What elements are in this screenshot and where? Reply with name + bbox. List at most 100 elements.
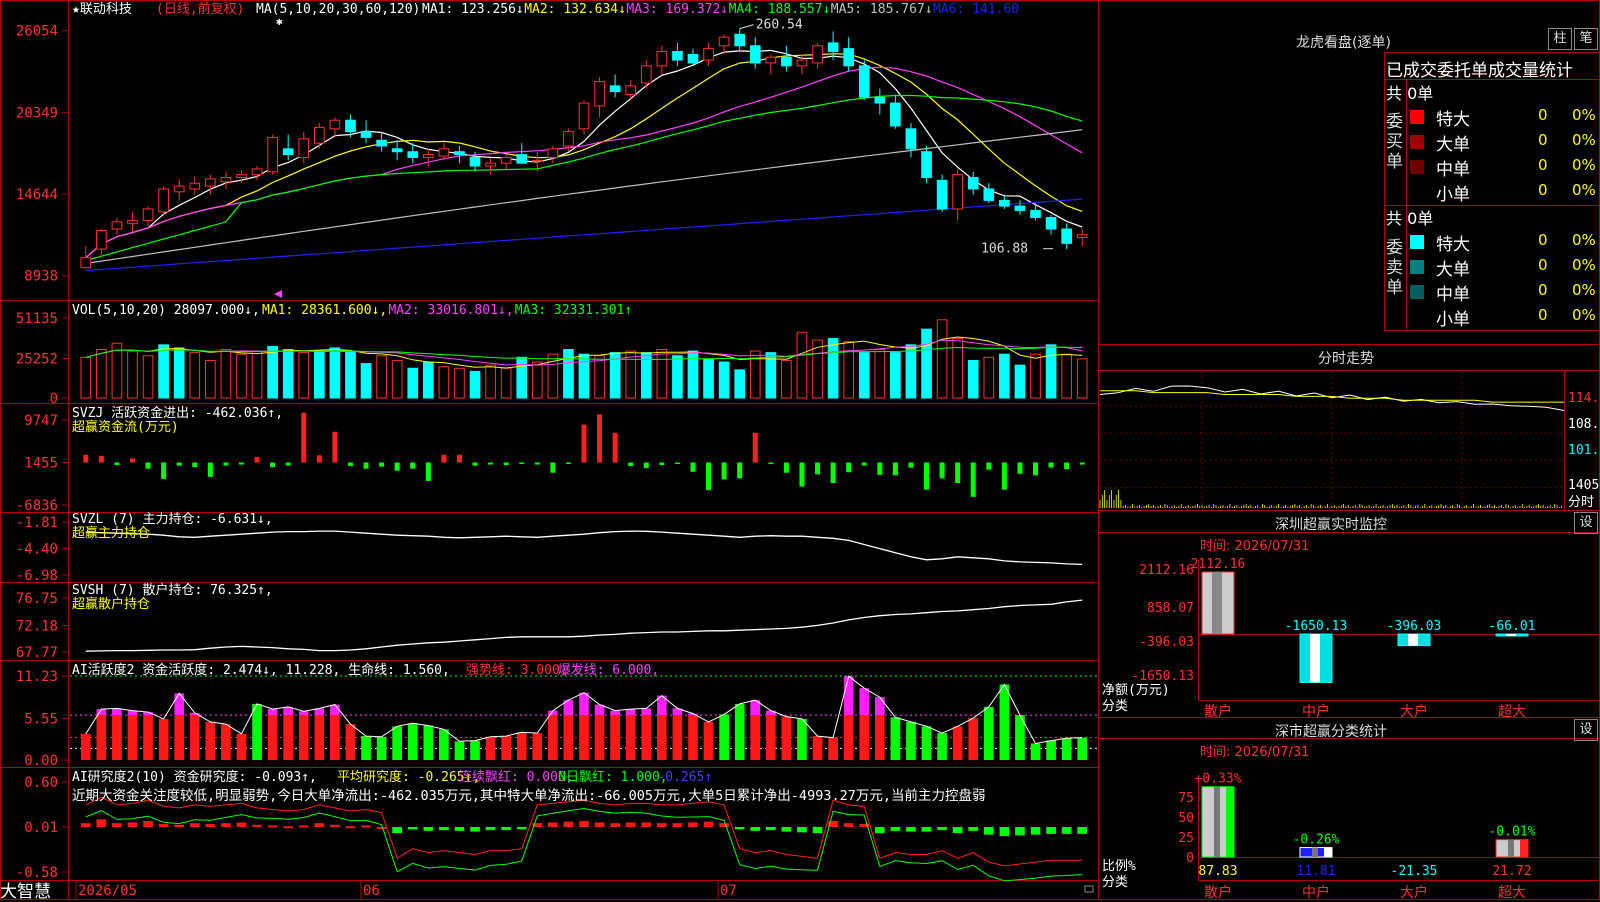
activity-bar — [516, 732, 527, 760]
candle — [1014, 200, 1026, 215]
fund-flow-bar — [892, 462, 898, 476]
ma-value-4: MA4: 188.557↓ — [729, 2, 831, 17]
volume-bar — [360, 363, 372, 399]
order-pct: 0% — [1572, 306, 1596, 324]
research-bar — [563, 821, 574, 827]
research-bar — [999, 827, 1010, 837]
activity-bar — [766, 715, 776, 760]
candle — [360, 120, 372, 144]
vol-ma-value-1: MA1: 28361.600↓, — [262, 303, 387, 318]
research-bar — [657, 823, 667, 827]
research-bar — [719, 823, 729, 827]
volume-bar — [781, 359, 792, 399]
ai1-extra-2: 爆发线: 6.000, — [558, 662, 660, 678]
candle-body — [609, 85, 621, 93]
activity-burst-bar — [843, 676, 854, 716]
candle-body — [625, 85, 637, 95]
research-bar — [1046, 827, 1056, 834]
dragon-title: 龙虎看盘(逐单) — [1296, 35, 1391, 51]
volume-bar — [858, 352, 870, 399]
activity-bar — [314, 715, 325, 760]
candle-body — [391, 148, 403, 153]
volume-bar — [142, 355, 154, 399]
candle-body — [376, 139, 387, 147]
candle — [687, 48, 699, 66]
candle-body — [594, 81, 605, 107]
activity-bar — [843, 715, 854, 760]
activity-bar — [657, 715, 667, 760]
fund-flow-bar — [815, 462, 821, 475]
candle-body — [438, 148, 450, 157]
ai1-y-tick: 0.00 — [24, 753, 58, 769]
ma-value-1: MA1: 123.256↓ — [422, 2, 524, 17]
candle-body — [858, 65, 870, 98]
classify-bar-shine — [1214, 786, 1220, 857]
candle — [843, 37, 855, 72]
monitor-unit-label: 净额(万元) — [1102, 683, 1170, 698]
activity-bar — [376, 736, 387, 760]
candle-body — [734, 33, 746, 47]
monitor-settings-button[interactable]: 设 — [1574, 512, 1598, 534]
tick-mode-button[interactable]: 笔 — [1574, 28, 1598, 50]
candle — [827, 31, 839, 61]
candle — [1061, 223, 1072, 250]
research-bar — [625, 822, 636, 827]
classify-value-label: 87.83 — [1198, 864, 1237, 879]
volume-bar — [890, 352, 901, 399]
volume-bar — [703, 358, 714, 399]
classify-settings-button[interactable]: 设 — [1574, 719, 1598, 741]
fund-flow-bar — [285, 462, 291, 466]
vol-y-tick: 0 — [50, 391, 58, 407]
fund-flow-bar — [145, 462, 151, 469]
activity-bar — [968, 718, 979, 760]
monitor-value-label: -396.03 — [1387, 619, 1442, 634]
activity-bar — [96, 715, 107, 760]
classify-category: 散户 — [1204, 884, 1232, 900]
candle — [1045, 214, 1057, 235]
volume-bar — [345, 350, 356, 399]
order-color-swatch — [1410, 285, 1424, 299]
order-count: 0 — [1538, 156, 1548, 174]
fund-flow-bar — [98, 455, 104, 463]
buy-side-label: 委买单 — [1386, 112, 1403, 172]
activity-burst-bar — [298, 711, 309, 716]
fund-flow-bar — [659, 462, 665, 466]
candle-body — [796, 59, 808, 67]
vol-y-tick: 25252 — [16, 351, 58, 367]
candle-body — [142, 208, 154, 221]
fund-flow-bar — [581, 424, 587, 463]
activity-bar — [189, 715, 200, 760]
research-bar — [236, 822, 247, 827]
monitor-value-label: 2112.16 — [1191, 557, 1246, 572]
volume-bar — [80, 356, 92, 399]
candle-body — [205, 178, 216, 187]
monitor-bar-shine — [1506, 634, 1516, 636]
order-count: 0 — [1538, 181, 1548, 199]
fund-flow-bar — [737, 462, 743, 479]
research-bar — [501, 827, 511, 831]
order-pct: 0% — [1572, 281, 1596, 299]
monitor-bar-shine — [1408, 634, 1418, 646]
main-y-tick: 20349 — [16, 105, 58, 121]
candle-body — [890, 102, 901, 127]
fund-flow-bar — [332, 431, 338, 463]
kline-chart-area[interactable]: 26054 20349 14644 8938 260.54 106.88 ★联动科技 (日线,… — [0, 0, 1600, 900]
classify-bar — [1201, 786, 1235, 858]
svzl-y-tick: -4.40 — [16, 542, 58, 558]
intraday-price-tick: 114.8 — [1568, 391, 1600, 406]
classify-bar — [1299, 847, 1333, 858]
svsh-y-tick: 76.75 — [16, 591, 58, 607]
bar-mode-button[interactable]: 柱 — [1548, 28, 1572, 50]
candle-body — [703, 48, 714, 61]
lock-icon — [1084, 885, 1094, 893]
candle — [874, 88, 886, 115]
volume-bar — [158, 344, 169, 399]
candle-body — [672, 50, 683, 61]
research-bar — [174, 824, 185, 827]
signal-star: ✱ — [276, 15, 283, 28]
candle-body — [516, 154, 528, 164]
candle-body — [999, 199, 1010, 207]
candle-body — [812, 45, 823, 64]
volume-bar — [189, 352, 201, 399]
activity-bar — [532, 733, 543, 760]
